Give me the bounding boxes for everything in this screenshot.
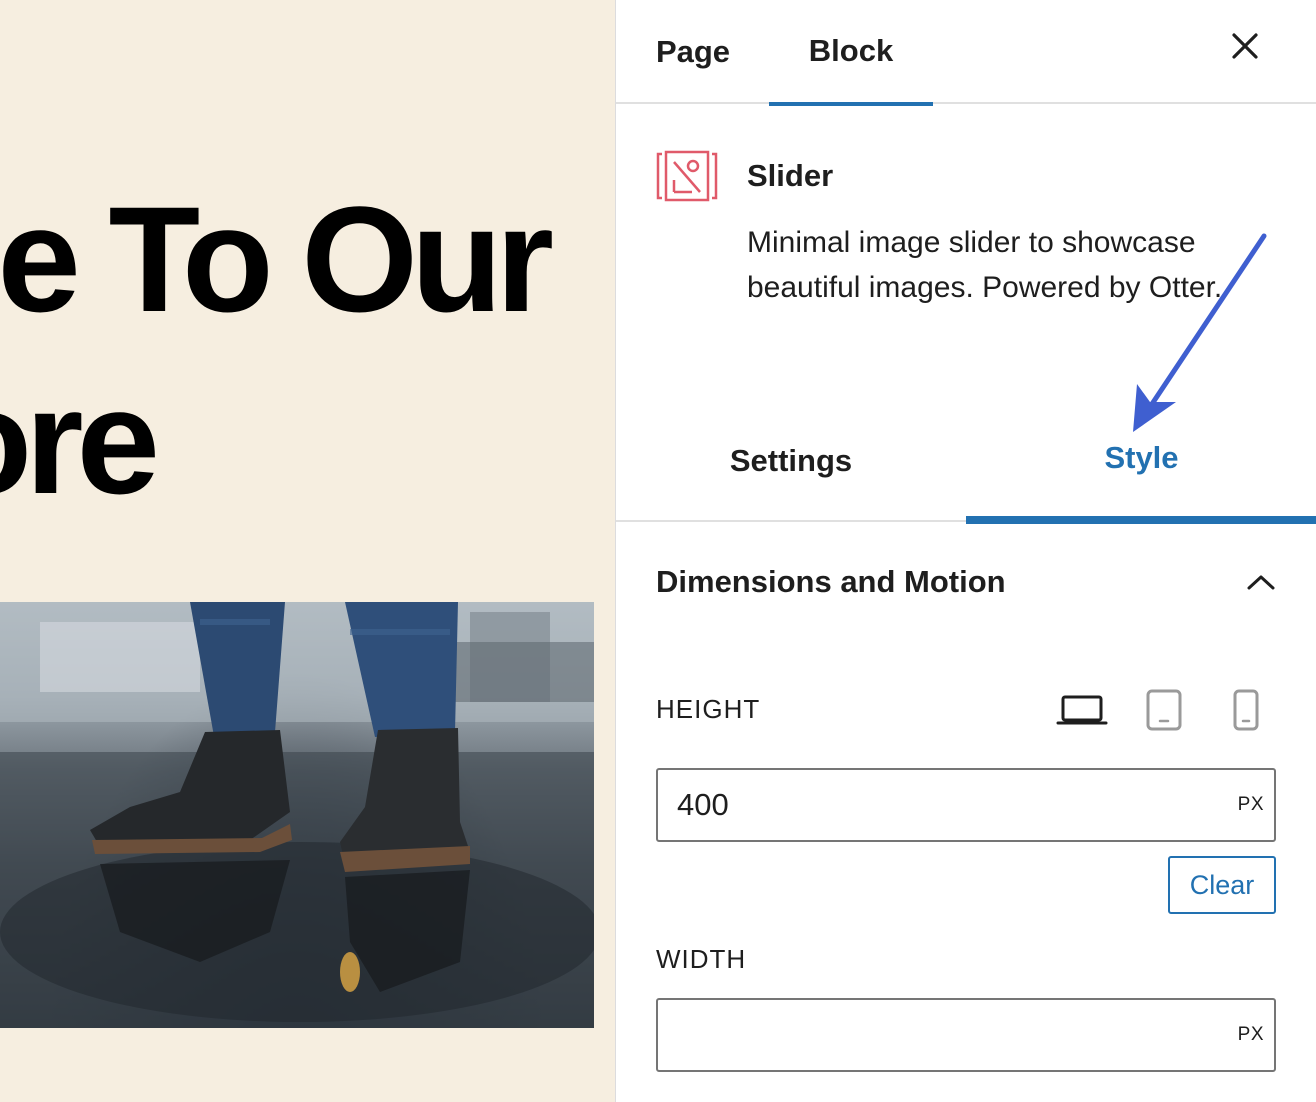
inspector-tab-bar: Settings Style <box>616 400 1316 524</box>
tab-style[interactable]: Style <box>966 400 1316 524</box>
page-heading-line-1[interactable]: e To Our <box>0 184 554 334</box>
tab-settings[interactable]: Settings <box>616 400 966 522</box>
block-title: Slider <box>747 158 834 193</box>
mobile-device-button[interactable] <box>1226 686 1266 734</box>
chevron-up-icon <box>1247 575 1275 590</box>
tab-page[interactable]: Page <box>640 0 746 104</box>
width-label: WIDTH <box>656 944 747 974</box>
close-icon <box>1232 33 1258 59</box>
editor-canvas: e To Our ore <box>0 0 615 1102</box>
slider-block-image[interactable] <box>0 602 594 1028</box>
sidebar-tab-bar: Page Block <box>616 0 1316 106</box>
height-label: HEIGHT <box>656 694 761 724</box>
desktop-icon <box>1056 695 1108 725</box>
height-unit-selector[interactable]: PX <box>1238 770 1264 840</box>
tablet-device-button[interactable] <box>1142 686 1186 734</box>
slider-image-icon <box>656 150 718 202</box>
responsive-device-toggles <box>1056 686 1276 734</box>
block-description: Minimal image slider to showcase beautif… <box>747 226 1223 304</box>
width-input[interactable] <box>658 1000 1218 1070</box>
height-input[interactable] <box>658 770 1218 840</box>
tab-block[interactable]: Block <box>769 0 933 106</box>
desktop-device-button[interactable] <box>1056 686 1108 734</box>
block-inspector-sidebar: Page Block Slider Minimal image slider t… <box>615 0 1316 1102</box>
boots-photo <box>0 602 594 1028</box>
width-unit-selector[interactable]: PX <box>1238 1000 1264 1070</box>
dimensions-panel-toggle[interactable]: Dimensions and Motion <box>656 554 1276 610</box>
width-unit-control: PX <box>656 998 1276 1072</box>
panel-title: Dimensions and Motion <box>656 564 1006 599</box>
close-sidebar-button[interactable] <box>1221 22 1269 70</box>
page-heading-line-2[interactable]: ore <box>0 366 160 516</box>
clear-height-button[interactable]: Clear <box>1168 856 1276 914</box>
mobile-icon <box>1233 689 1259 731</box>
tablet-icon <box>1146 689 1182 731</box>
height-unit-control: PX <box>656 768 1276 842</box>
